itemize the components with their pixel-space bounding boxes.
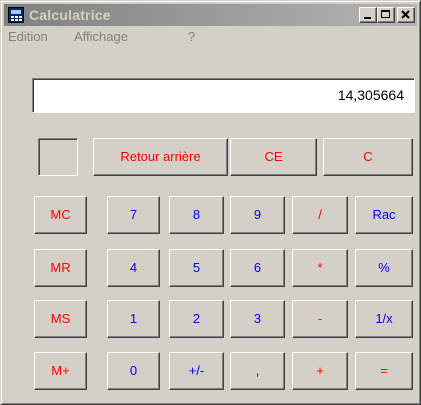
percent-button[interactable]: %	[355, 249, 413, 287]
multiply-button[interactable]: *	[292, 249, 348, 287]
memory-add-button[interactable]: M+	[34, 352, 87, 390]
digit-7-button[interactable]: 7	[107, 196, 160, 234]
sign-toggle-button[interactable]: +/-	[169, 352, 224, 390]
menu-bar: Edition Affichage ?	[4, 27, 417, 47]
reciprocal-button[interactable]: 1/x	[355, 300, 413, 338]
digit-4-button[interactable]: 4	[107, 249, 160, 287]
add-button[interactable]: +	[292, 352, 348, 390]
memory-indicator	[38, 138, 78, 176]
backspace-button[interactable]: Retour arrière	[93, 138, 228, 176]
window-title: Calculatrice	[29, 7, 111, 23]
memory-store-button[interactable]: MS	[34, 300, 87, 338]
maximize-icon	[381, 10, 390, 18]
divide-button[interactable]: /	[292, 196, 348, 234]
digit-1-button[interactable]: 1	[107, 300, 160, 338]
menu-help[interactable]: ?	[188, 29, 195, 45]
digit-3-button[interactable]: 3	[230, 300, 285, 338]
calculator-window: Calculatrice Edition Affichage ? 14,3056…	[0, 0, 421, 405]
menu-affichage[interactable]: Affichage	[74, 29, 128, 45]
square-root-button[interactable]: Rac	[355, 196, 413, 234]
equals-button[interactable]: =	[355, 352, 413, 390]
digit-9-button[interactable]: 9	[230, 196, 285, 234]
minimize-button[interactable]	[359, 7, 377, 23]
digit-2-button[interactable]: 2	[169, 300, 224, 338]
digit-8-button[interactable]: 8	[169, 196, 224, 234]
close-icon	[401, 10, 410, 19]
memory-recall-button[interactable]: MR	[34, 249, 87, 287]
clear-entry-button[interactable]: CE	[230, 138, 317, 176]
menu-edition[interactable]: Edition	[8, 29, 48, 45]
subtract-button[interactable]: -	[292, 300, 348, 338]
decimal-button[interactable]: ,	[230, 352, 285, 390]
digit-5-button[interactable]: 5	[169, 249, 224, 287]
maximize-button[interactable]	[377, 7, 395, 23]
clear-button[interactable]: C	[323, 138, 413, 176]
digit-0-button[interactable]: 0	[107, 352, 160, 390]
close-button[interactable]	[397, 7, 415, 23]
calculator-app-icon	[8, 7, 24, 23]
minimize-icon	[364, 17, 371, 19]
title-bar[interactable]: Calculatrice	[4, 4, 417, 26]
memory-clear-button[interactable]: MC	[34, 196, 87, 234]
digit-6-button[interactable]: 6	[230, 249, 285, 287]
result-display: 14,305664	[32, 78, 415, 113]
